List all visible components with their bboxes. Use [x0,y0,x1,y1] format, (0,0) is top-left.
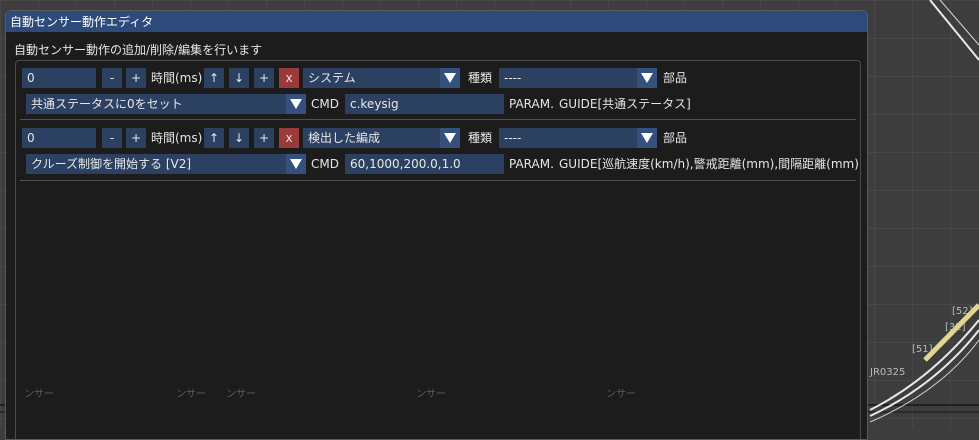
category-select-value: 検出した編成 [308,131,381,145]
part-select-value: ---- [504,131,522,145]
chevron-down-icon [440,128,460,148]
time-input[interactable] [22,128,96,148]
param-label: PARAM. [509,97,554,111]
command-select-value: 共通ステータスに0をセット [31,97,183,111]
time-increment-button[interactable]: + [126,128,146,148]
track-label: JR0325 [870,367,906,378]
window-subtitle: 自動センサー動作の追加/削除/編集を行います [14,43,263,57]
move-down-button[interactable]: ↓ [229,128,249,148]
move-down-button[interactable]: ↓ [229,68,249,88]
chevron-down-icon [286,154,306,174]
time-increment-button[interactable]: + [126,68,146,88]
canvas-label: ンサー [416,389,446,400]
part-label: 部品 [663,71,688,85]
action-row-1-command: 共通ステータスに0をセット CMD PARAM. GUIDE[共通ステータス] [16,94,860,120]
command-select[interactable]: 共通ステータスに0をセット [26,94,306,114]
track-label: [32] [945,322,966,333]
category-select[interactable]: システム [303,68,460,88]
time-label: 時間(ms) [151,131,203,145]
cmd-value-input[interactable] [345,94,504,114]
part-select-value: ---- [504,71,522,85]
time-decrement-button[interactable]: - [102,68,122,88]
param-guide: GUIDE[共通ステータス] [559,97,691,111]
action-row-2-command: クルーズ制御を開始する [V2] CMD PARAM. GUIDE[巡航速度(k… [16,154,860,180]
param-label: PARAM. [509,157,554,171]
category-select[interactable]: 検出した編成 [303,128,460,148]
type-label: 種類 [468,71,493,85]
window-title: 自動センサー動作エディタ [10,15,154,29]
time-decrement-button[interactable]: - [102,128,122,148]
time-label: 時間(ms) [151,71,203,85]
window-titlebar[interactable]: 自動センサー動作エディタ [6,11,867,32]
canvas-label: ンサー [24,389,54,400]
type-label: 種類 [468,131,493,145]
row-separator [20,119,856,120]
cmd-value-input[interactable] [345,154,504,174]
track-label: [51] [912,344,933,355]
delete-action-button[interactable]: x [279,128,299,148]
delete-action-button[interactable]: x [279,68,299,88]
track-label: [52] [952,306,973,317]
action-list-panel: - + 時間(ms) ↑ ↓ + x システム 種類 ---- 部品 共通ステー… [15,60,861,439]
action-row-1: - + 時間(ms) ↑ ↓ + x システム 種類 ---- 部品 [16,68,860,94]
command-select-value: クルーズ制御を開始する [V2] [31,157,192,171]
cmd-label: CMD [311,157,339,171]
sensor-action-editor-window: 自動センサー動作エディタ 自動センサー動作の追加/削除/編集を行います - + … [5,10,868,440]
move-up-button[interactable]: ↑ [204,128,224,148]
row-separator [20,180,856,181]
chevron-down-icon [637,128,657,148]
move-up-button[interactable]: ↑ [204,68,224,88]
canvas-label: ンサー [606,389,636,400]
chevron-down-icon [637,68,657,88]
part-select[interactable]: ---- [499,68,657,88]
cmd-label: CMD [311,97,339,111]
category-select-value: システム [308,71,356,85]
canvas-label: ンサー [226,389,256,400]
part-select[interactable]: ---- [499,128,657,148]
time-input[interactable] [22,68,96,88]
part-label: 部品 [663,131,688,145]
action-row-2: - + 時間(ms) ↑ ↓ + x 検出した編成 種類 ---- 部品 [16,128,860,154]
insert-action-button[interactable]: + [254,128,274,148]
chevron-down-icon [440,68,460,88]
chevron-down-icon [286,94,306,114]
insert-action-button[interactable]: + [254,68,274,88]
canvas-label: ンサー [176,389,206,400]
param-guide: GUIDE[巡航速度(km/h),警戒距離(mm),間隔距離(mm),時間 [559,157,859,171]
command-select[interactable]: クルーズ制御を開始する [V2] [26,154,306,174]
